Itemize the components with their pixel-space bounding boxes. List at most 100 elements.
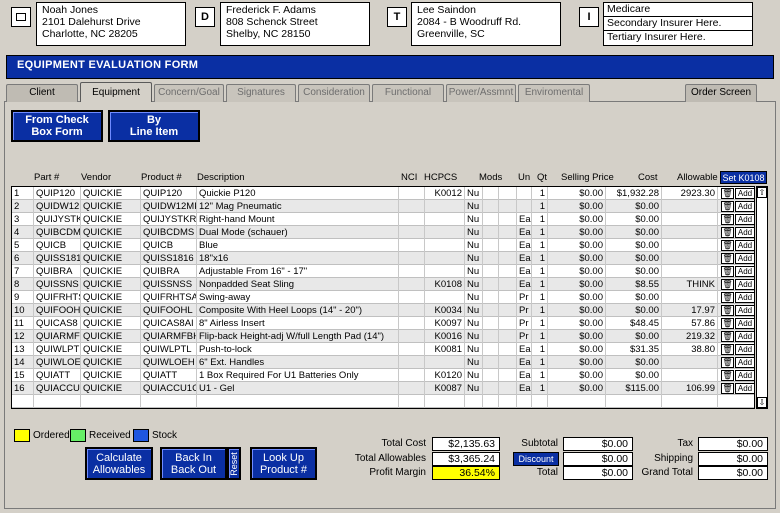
cell-allow[interactable] [662, 265, 718, 278]
table-row[interactable]: 1 QUIP120 QUICKIE QUIP120 Quickie P120 K0012 N… [12, 187, 754, 200]
add-row-button[interactable]: Add [735, 318, 754, 329]
cell-hcpcs[interactable]: K0034 [425, 304, 465, 317]
cell-nci[interactable] [399, 239, 425, 252]
cell-mods[interactable]: Nu [465, 278, 483, 291]
cell-un[interactable]: Ea [517, 252, 532, 265]
cell-hcpcs[interactable] [425, 213, 465, 226]
tab-enviromental[interactable]: Enviromental [518, 84, 590, 102]
trash-icon[interactable]: 🗑 [721, 201, 734, 212]
cell-part[interactable]: QUICAS8 [34, 317, 81, 330]
cell-product[interactable]: QUIATT [141, 369, 197, 382]
cell-sell[interactable]: $0.00 [548, 239, 606, 252]
table-row[interactable]: 4 QUIBCDM QUICKIE QUIBCDMS Dual Mode (schaue… [12, 226, 754, 239]
cell-mods[interactable]: Nu [465, 226, 483, 239]
tab-power-assmnt[interactable]: Power/Assmnt [446, 84, 516, 102]
cell-un[interactable]: Pr [517, 330, 532, 343]
cell-part[interactable]: QUIDW12 [34, 200, 81, 213]
cell-mods3[interactable] [499, 343, 517, 356]
set-hcpcs-button[interactable]: Set K0108 [720, 171, 767, 184]
table-row[interactable]: 16 QUIACCU QUICKIE QUIACCU1G U1 - Gel K0087 Nu… [12, 382, 754, 395]
cell-sell[interactable]: $0.00 [548, 330, 606, 343]
cell-hcpcs[interactable] [425, 265, 465, 278]
cell-cost[interactable]: $0.00 [606, 265, 662, 278]
trash-icon[interactable]: 🗑 [721, 240, 734, 251]
cell-mods[interactable]: Nu [465, 200, 483, 213]
cell-n[interactable]: 14 [12, 356, 34, 369]
cell-cost[interactable]: $115.00 [606, 382, 662, 395]
cell-cost[interactable]: $0.00 [606, 369, 662, 382]
cell-mods[interactable]: Nu [465, 343, 483, 356]
cell-allow[interactable] [662, 356, 718, 369]
table-row[interactable]: 6 QUISS181 QUICKIE QUISS1816 18"x16 Nu Ea 1 $0.0… [12, 252, 754, 265]
cell-un[interactable]: Pr [517, 291, 532, 304]
cell-qt[interactable]: 1 [532, 187, 548, 200]
cell-vendor[interactable]: QUICKIE [81, 330, 141, 343]
cell-mods3[interactable] [499, 317, 517, 330]
cell-mods[interactable]: Nu [465, 304, 483, 317]
cell-mods3[interactable] [499, 213, 517, 226]
cell-allow[interactable] [662, 369, 718, 382]
cell-qt[interactable]: 1 [532, 265, 548, 278]
cell-sell[interactable]: $0.00 [548, 317, 606, 330]
cell-vendor[interactable]: QUICKIE [81, 226, 141, 239]
cell-vendor[interactable]: QUICKIE [81, 382, 141, 395]
add-row-button[interactable]: Add [735, 188, 754, 199]
cell-allow[interactable]: 57.86 [662, 317, 718, 330]
cell-n[interactable]: 9 [12, 291, 34, 304]
cell-un[interactable]: Pr [517, 304, 532, 317]
cell-product[interactable]: QUISSNSS [141, 278, 197, 291]
cell-n[interactable]: 1 [12, 187, 34, 200]
cell-nci[interactable] [399, 226, 425, 239]
cell-nci[interactable] [399, 382, 425, 395]
cell-allow[interactable]: 17.97 [662, 304, 718, 317]
add-row-button[interactable]: Add [735, 305, 754, 316]
cell-mods2[interactable] [483, 187, 499, 200]
cell-mods2[interactable] [483, 304, 499, 317]
cell-hcpcs[interactable]: K0081 [425, 343, 465, 356]
cell-part[interactable]: QUIFOOH [34, 304, 81, 317]
table-row[interactable]: 13 QUIWLPTL QUICKIE QUIWLPTL Push-to-lock K00… [12, 343, 754, 356]
cell-cost[interactable]: $1,932.28 [606, 187, 662, 200]
cell-mods3[interactable] [499, 252, 517, 265]
cell-mods[interactable]: Nu [465, 356, 483, 369]
cell-allow[interactable] [662, 252, 718, 265]
cell-un[interactable]: Ea [517, 239, 532, 252]
cell-part[interactable]: QUIWLPTL [34, 343, 81, 356]
cell-allow[interactable] [662, 291, 718, 304]
cell-mods2[interactable] [483, 343, 499, 356]
cell-vendor[interactable]: QUICKIE [81, 252, 141, 265]
cell-cost[interactable]: $0.00 [606, 200, 662, 213]
insurer-tag[interactable]: I [579, 7, 599, 27]
cell-qt[interactable]: 1 [532, 317, 548, 330]
cell-sell[interactable]: $0.00 [548, 265, 606, 278]
cell-sell[interactable]: $0.00 [548, 356, 606, 369]
cell-mods3[interactable] [499, 226, 517, 239]
cell-vendor[interactable]: QUICKIE [81, 200, 141, 213]
cell-vendor[interactable]: QUICKIE [81, 291, 141, 304]
table-row[interactable] [12, 395, 754, 408]
trash-icon[interactable]: 🗑 [721, 357, 734, 368]
cell-vendor[interactable]: QUICKIE [81, 278, 141, 291]
cell-vendor[interactable]: QUICKIE [81, 239, 141, 252]
cell-desc[interactable]: Dual Mode (schauer) [197, 226, 399, 239]
cell-sell[interactable]: $0.00 [548, 369, 606, 382]
discount-button[interactable]: Discount [513, 452, 559, 466]
table-row[interactable]: 9 QUIFRHTS QUICKIE QUIFRHTSA Swing-away Nu Pr 1… [12, 291, 754, 304]
tab-equipment[interactable]: Equipment [80, 82, 152, 102]
cell-allow[interactable]: 219.32 [662, 330, 718, 343]
cell-sell[interactable]: $0.00 [548, 200, 606, 213]
cell-desc[interactable]: Quickie P120 [197, 187, 399, 200]
cell-mods[interactable]: Nu [465, 239, 483, 252]
cell-hcpcs[interactable]: K0108 [425, 278, 465, 291]
cell-mods2[interactable] [483, 317, 499, 330]
cell-product[interactable]: QUIBCDMS [141, 226, 197, 239]
cell-part[interactable]: QUIACCU [34, 382, 81, 395]
tab-signatures[interactable]: Signatures [226, 84, 296, 102]
tab-concern-goal[interactable]: Concern/Goal [154, 84, 224, 102]
cell-qt[interactable]: 1 [532, 252, 548, 265]
cell-product[interactable]: QUIFRHTSA [141, 291, 197, 304]
cell-vendor[interactable]: QUICKIE [81, 213, 141, 226]
cell-cost[interactable]: $0.00 [606, 226, 662, 239]
cell-mods3[interactable] [499, 330, 517, 343]
cell-mods3[interactable] [499, 304, 517, 317]
